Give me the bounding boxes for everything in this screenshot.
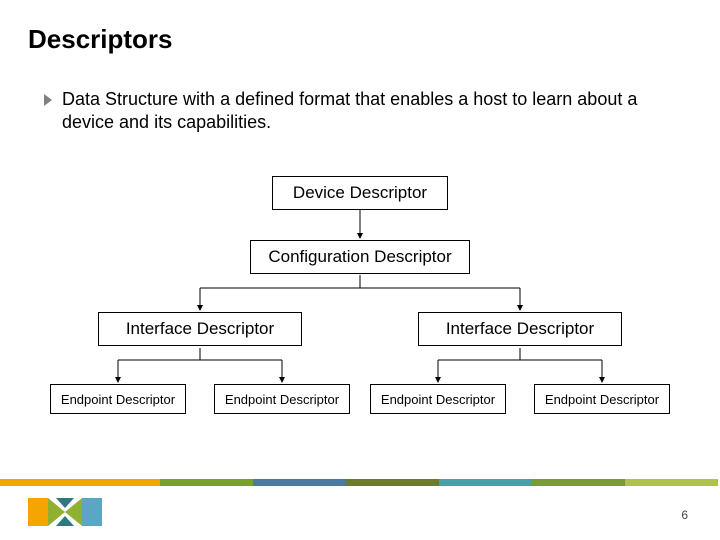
- node-interface-descriptor-1: Interface Descriptor: [98, 312, 302, 346]
- logo-triangle-bottom: [56, 516, 74, 526]
- band-seg: [160, 479, 253, 486]
- logo-triangle-top: [56, 498, 74, 508]
- bullet-item: Data Structure with a defined format tha…: [44, 88, 676, 135]
- node-endpoint-descriptor-4: Endpoint Descriptor: [534, 384, 670, 414]
- node-endpoint-descriptor-2: Endpoint Descriptor: [214, 384, 350, 414]
- band-seg: [346, 479, 439, 486]
- node-device-descriptor: Device Descriptor: [272, 176, 448, 210]
- node-endpoint-descriptor-3: Endpoint Descriptor: [370, 384, 506, 414]
- band-seg: [439, 479, 532, 486]
- band-seg: [532, 479, 625, 486]
- node-configuration-descriptor: Configuration Descriptor: [250, 240, 470, 274]
- logo-p-block: [82, 498, 102, 526]
- descriptor-hierarchy-diagram: Device Descriptor Configuration Descript…: [0, 170, 720, 430]
- node-endpoint-descriptor-1: Endpoint Descriptor: [50, 384, 186, 414]
- bullet-text: Data Structure with a defined format tha…: [62, 88, 676, 135]
- slide-title: Descriptors: [28, 24, 173, 55]
- band-seg: [625, 479, 718, 486]
- band-seg: [0, 479, 160, 486]
- page-number: 6: [681, 508, 688, 522]
- logo-n-block: [28, 498, 48, 526]
- slide: Descriptors Data Structure with a define…: [0, 0, 720, 540]
- band-seg: [253, 479, 346, 486]
- nxp-logo: [28, 496, 106, 528]
- node-interface-descriptor-2: Interface Descriptor: [418, 312, 622, 346]
- bullet-marker-icon: [44, 94, 52, 106]
- footer-color-band: [0, 479, 720, 486]
